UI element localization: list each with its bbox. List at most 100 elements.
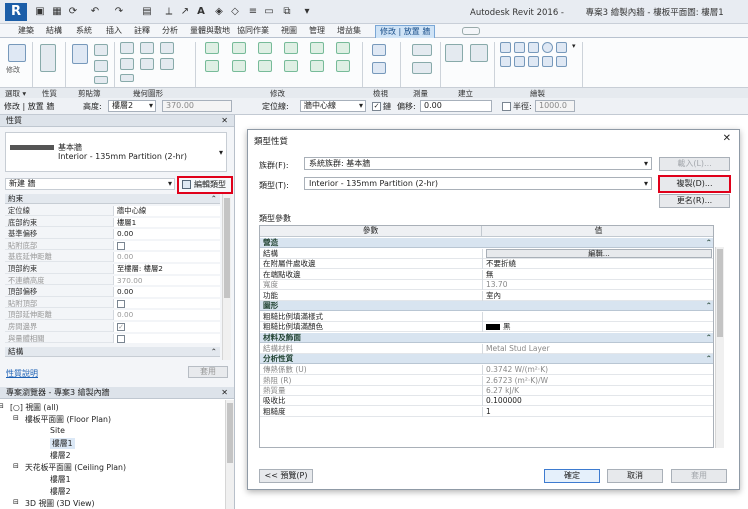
parameter-group[interactable]: 材料及飾面 ⌃ bbox=[260, 332, 713, 343]
parameter-value[interactable]: 0.100000 bbox=[482, 396, 713, 407]
close-hidden-icon[interactable]: ▭ bbox=[262, 5, 276, 19]
parameter-row[interactable]: 吸收比 0.100000 bbox=[260, 396, 713, 407]
property-value[interactable]: 至樓層: 樓層2 bbox=[113, 264, 220, 274]
type-select[interactable]: Interior - 135mm Partition (2-hr) ▾ bbox=[304, 177, 652, 190]
tree-node[interactable]: [○] 視圖 (all) bbox=[10, 402, 59, 413]
property-checkbox[interactable] bbox=[117, 334, 125, 343]
tab-systems[interactable]: 系統 bbox=[72, 25, 96, 38]
align-icon[interactable] bbox=[205, 42, 219, 54]
paint-icon[interactable] bbox=[140, 58, 154, 70]
collapse-icon[interactable]: ⌃ bbox=[706, 238, 712, 247]
edit-structure-button[interactable]: 編輯... bbox=[486, 249, 712, 258]
draw-line-icon[interactable] bbox=[500, 42, 511, 53]
pick-lines-icon[interactable] bbox=[542, 56, 553, 67]
tab-architecture[interactable]: 建築 bbox=[14, 25, 38, 38]
property-row[interactable]: 頂部約束 至樓層: 樓層2 bbox=[5, 264, 220, 274]
measure-tool-icon[interactable] bbox=[412, 44, 432, 56]
parameter-row[interactable]: 熱質量 6.27 kJ/K bbox=[260, 386, 713, 396]
rename-button[interactable]: 更名(R)... bbox=[659, 194, 730, 208]
collapse-icon[interactable]: ⌃ bbox=[706, 354, 712, 363]
tab-massing-site[interactable]: 量體與敷地 bbox=[186, 25, 234, 38]
preview-button[interactable]: << 預覽(P) bbox=[259, 469, 313, 483]
match-type-icon[interactable] bbox=[94, 76, 108, 84]
customize-dropdown-icon[interactable]: ▾ bbox=[300, 5, 314, 19]
column-header-value[interactable]: 值 bbox=[482, 226, 713, 237]
array-icon[interactable] bbox=[310, 60, 324, 72]
cut-geometry-icon[interactable] bbox=[140, 42, 154, 54]
create-similar-icon[interactable] bbox=[445, 44, 463, 62]
property-row[interactable]: 貼附頂部 bbox=[5, 298, 220, 309]
switch-windows-icon[interactable]: ⧉ bbox=[280, 5, 294, 19]
mirror-axis-icon[interactable] bbox=[258, 42, 272, 54]
measure-icon[interactable]: ⟂ bbox=[162, 5, 176, 19]
radius-input[interactable]: 1000.0 bbox=[535, 100, 575, 112]
collapse-icon[interactable]: ⌃ bbox=[706, 333, 712, 342]
parameter-value[interactable]: 2.6723 (m²·K)/W bbox=[482, 375, 713, 386]
redo-icon[interactable]: ↷ bbox=[112, 5, 126, 19]
save-icon[interactable]: ▦ bbox=[50, 5, 64, 19]
close-icon[interactable]: ✕ bbox=[723, 133, 731, 144]
copy-element-icon[interactable] bbox=[232, 60, 246, 72]
close-icon[interactable]: ✕ bbox=[221, 115, 228, 126]
scale-icon[interactable] bbox=[336, 42, 350, 54]
chevron-down-icon[interactable]: ▾ bbox=[219, 148, 223, 157]
parameter-group[interactable]: 圖形 ⌃ bbox=[260, 301, 713, 311]
parameter-value[interactable] bbox=[482, 312, 713, 322]
parameter-value[interactable]: 黑 bbox=[482, 322, 713, 333]
open-icon[interactable]: ▣ bbox=[33, 5, 47, 19]
parameter-row[interactable]: 功能 室內 bbox=[260, 290, 713, 301]
unconnected-height-input[interactable]: 370.00 bbox=[162, 100, 232, 112]
property-row[interactable]: 基底延伸距離 0.00 bbox=[5, 252, 220, 262]
draw-rectangle-icon[interactable] bbox=[514, 42, 525, 53]
type-selector[interactable]: 基本牆 Interior - 135mm Partition (2-hr) ▾ bbox=[5, 132, 227, 172]
section-constraints[interactable]: 約束 ⌃ bbox=[5, 194, 220, 204]
offset-icon[interactable] bbox=[232, 42, 246, 54]
load-button[interactable]: 載入(L)... bbox=[659, 157, 730, 171]
tree-node[interactable]: 樓層1 bbox=[50, 438, 75, 449]
parameter-value[interactable]: 不要折繞 bbox=[482, 259, 713, 270]
property-value[interactable]: 樓層1 bbox=[113, 217, 220, 228]
property-row[interactable]: 基準偏移 0.00 bbox=[5, 229, 220, 239]
section-icon[interactable]: ◇ bbox=[228, 5, 242, 19]
tab-view[interactable]: 視圖 bbox=[277, 25, 301, 38]
parameter-value[interactable]: Metal Stud Layer bbox=[482, 343, 713, 354]
parameter-row[interactable]: 粗糙比例填滿顏色 黑 bbox=[260, 322, 713, 333]
text-icon[interactable]: A bbox=[194, 5, 208, 19]
parameter-row[interactable]: 傳熱係數 (U) 0.3742 W/(m²·K) bbox=[260, 365, 713, 376]
tree-node[interactable]: 樓板平面圖 (Floor Plan) bbox=[25, 414, 111, 425]
tree-node[interactable]: 樓層2 bbox=[50, 486, 71, 497]
ribbon-toggle-icon[interactable] bbox=[462, 27, 480, 35]
property-value[interactable]: 0.00 bbox=[113, 229, 220, 239]
print-icon[interactable]: ▤ bbox=[140, 5, 154, 19]
draw-arc-icon[interactable] bbox=[556, 42, 567, 53]
tab-manage[interactable]: 管理 bbox=[305, 25, 329, 38]
parameter-value[interactable]: 1 bbox=[482, 406, 713, 417]
tab-modify-place-wall[interactable]: 修改 | 放置 牆 bbox=[375, 25, 436, 38]
property-value[interactable] bbox=[113, 240, 220, 251]
property-value[interactable]: 370.00 bbox=[113, 275, 220, 286]
parameter-value[interactable]: 編輯... bbox=[482, 249, 713, 259]
ok-button[interactable]: 確定 bbox=[544, 469, 600, 483]
parameter-value[interactable]: 13.70 bbox=[482, 280, 713, 291]
apply-button[interactable]: 套用 bbox=[188, 366, 228, 378]
edit-type-button[interactable]: 編輯類型 bbox=[177, 176, 233, 194]
join-icon[interactable] bbox=[160, 42, 174, 54]
cancel-button[interactable]: 取消 bbox=[607, 469, 663, 483]
parameter-value[interactable]: 室內 bbox=[482, 290, 713, 301]
draw-tangent-arc-icon[interactable] bbox=[500, 56, 511, 67]
offset-input[interactable]: 0.00 bbox=[420, 100, 492, 112]
parameter-value[interactable]: 無 bbox=[482, 269, 713, 280]
tree-node[interactable]: 樓層2 bbox=[50, 450, 71, 461]
create-group-icon[interactable] bbox=[470, 44, 488, 62]
cut-icon[interactable] bbox=[94, 44, 108, 56]
height-select[interactable]: 樓層2 ▾ bbox=[108, 100, 156, 112]
chain-checkbox[interactable]: ✓ bbox=[372, 102, 381, 111]
thin-lines-icon[interactable]: ≡ bbox=[246, 5, 260, 19]
property-checkbox[interactable]: ✓ bbox=[117, 323, 125, 331]
parameter-row[interactable]: 結構 編輯... bbox=[260, 249, 713, 259]
trim-icon[interactable] bbox=[284, 60, 298, 72]
property-row[interactable]: 底部約束 樓層1 bbox=[5, 217, 220, 228]
pick-faces-icon[interactable] bbox=[556, 56, 567, 67]
parameter-value[interactable]: 6.27 kJ/K bbox=[482, 386, 713, 396]
property-row[interactable]: 與量體相關 bbox=[5, 333, 220, 344]
